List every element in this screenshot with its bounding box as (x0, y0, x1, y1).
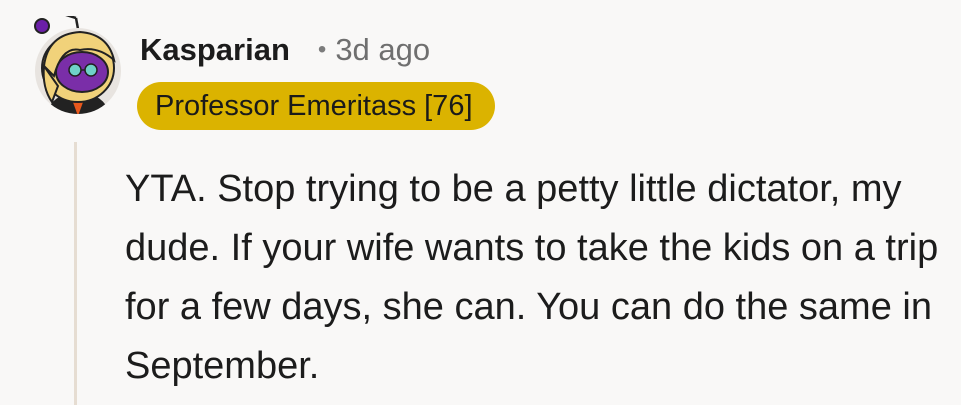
comment-meta: Kasparian • 3d ago (140, 32, 430, 68)
meta-separator: • (317, 36, 327, 63)
username-link[interactable]: Kasparian (140, 32, 290, 68)
comment-body: YTA. Stop trying to be a petty little di… (125, 160, 955, 396)
comment: Kasparian • 3d ago Professor Emeritass [… (0, 0, 961, 405)
comment-timestamp[interactable]: 3d ago (335, 32, 430, 68)
user-flair-badge: Professor Emeritass [76] (137, 82, 495, 130)
thread-collapse-line[interactable] (74, 142, 77, 405)
comment-body-text: YTA. Stop trying to be a petty little di… (125, 168, 939, 387)
user-avatar-icon[interactable] (28, 8, 128, 116)
